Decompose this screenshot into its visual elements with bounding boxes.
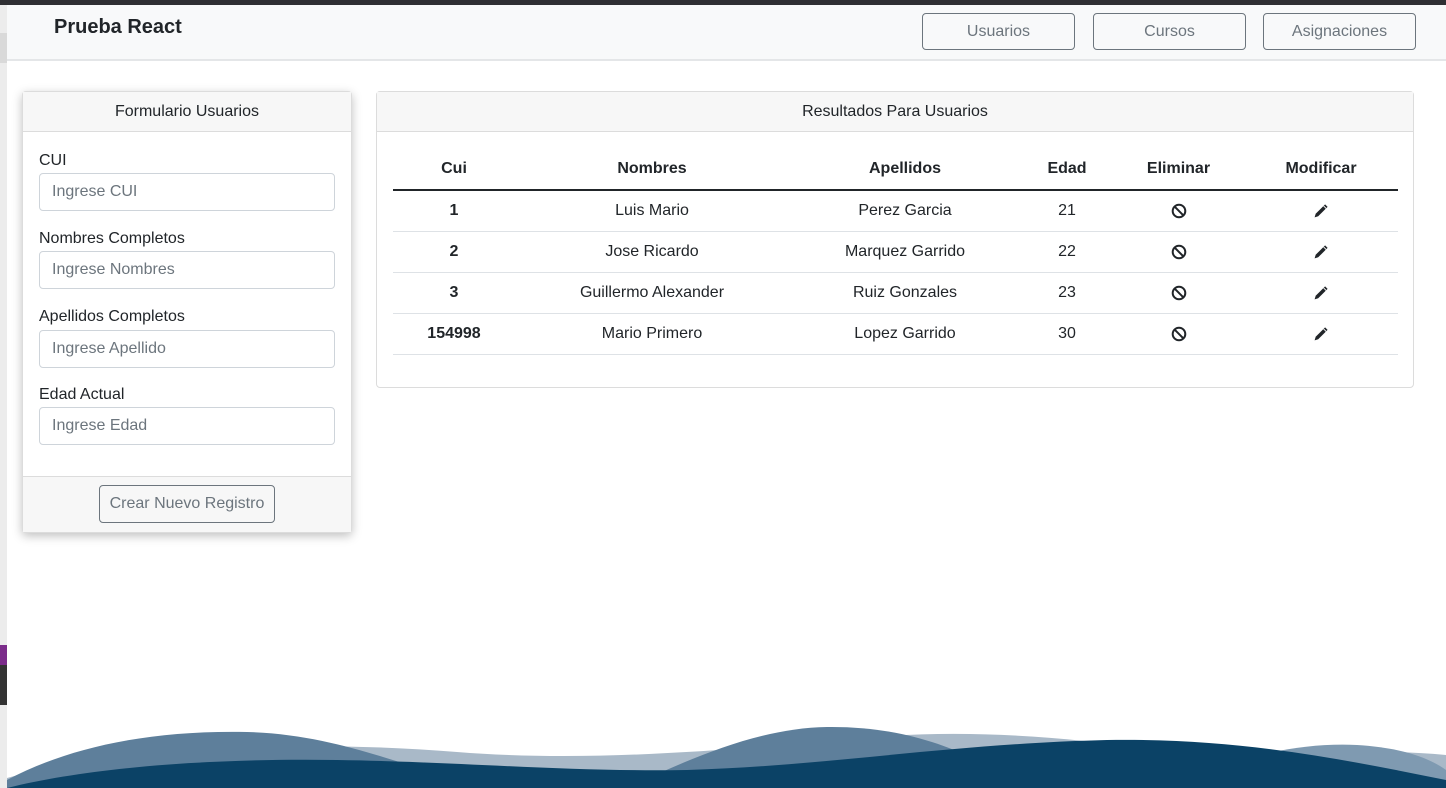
table-row: 154998 Mario Primero Lopez Garrido 30 (393, 313, 1398, 355)
nombres-input[interactable] (39, 251, 335, 289)
cell-apellidos: Ruiz Gonzales (789, 272, 1021, 314)
users-table: Cui Nombres Apellidos Edad Eliminar Modi… (393, 149, 1398, 355)
cell-modificar (1244, 313, 1398, 355)
cell-edad: 30 (1021, 313, 1113, 355)
results-card: Resultados Para Usuarios Cui Nombres Ape… (376, 91, 1414, 388)
left-edge-mark (0, 665, 7, 705)
navbar: Prueba React Usuarios Cursos Asignacione… (7, 5, 1446, 61)
cell-cui: 1 (393, 190, 515, 232)
results-card-title: Resultados Para Usuarios (377, 92, 1413, 132)
cell-modificar (1244, 231, 1398, 273)
create-record-button[interactable]: Crear Nuevo Registro (99, 485, 275, 523)
nav-button-cursos[interactable]: Cursos (1093, 13, 1246, 50)
cell-nombres: Mario Primero (515, 313, 789, 355)
cell-edad: 23 (1021, 272, 1113, 314)
cell-eliminar (1113, 313, 1244, 355)
cell-eliminar (1113, 190, 1244, 232)
cell-nombres: Jose Ricardo (515, 231, 789, 273)
ban-icon[interactable] (1171, 203, 1187, 219)
cell-edad: 22 (1021, 231, 1113, 273)
ban-icon[interactable] (1171, 244, 1187, 260)
form-card-title: Formulario Usuarios (23, 92, 351, 132)
column-header-eliminar: Eliminar (1113, 149, 1244, 191)
ban-icon[interactable] (1171, 326, 1187, 342)
cell-nombres: Guillermo Alexander (515, 272, 789, 314)
table-row: 1 Luis Mario Perez Garcia 21 (393, 190, 1398, 232)
cell-modificar (1244, 190, 1398, 232)
form-card-footer: Crear Nuevo Registro (23, 476, 351, 532)
cell-cui: 154998 (393, 313, 515, 355)
cell-apellidos: Marquez Garrido (789, 231, 1021, 273)
nav-button-usuarios[interactable]: Usuarios (922, 13, 1075, 50)
column-header-apellidos: Apellidos (789, 149, 1021, 191)
column-header-edad: Edad (1021, 149, 1113, 191)
cell-apellidos: Lopez Garrido (789, 313, 1021, 355)
pencil-icon[interactable] (1313, 244, 1329, 260)
cell-eliminar (1113, 231, 1244, 273)
brand-title[interactable]: Prueba React (54, 16, 182, 39)
nombres-label: Nombres Completos (39, 230, 185, 247)
cell-edad: 21 (1021, 190, 1113, 232)
nav-button-asignaciones[interactable]: Asignaciones (1263, 13, 1416, 50)
table-header-row: Cui Nombres Apellidos Edad Eliminar Modi… (393, 149, 1398, 191)
ban-icon[interactable] (1171, 285, 1187, 301)
column-header-cui: Cui (393, 149, 515, 191)
cell-nombres: Luis Mario (515, 190, 789, 232)
column-header-modificar: Modificar (1244, 149, 1398, 191)
cell-cui: 2 (393, 231, 515, 273)
window-left-edge (0, 5, 7, 788)
cell-eliminar (1113, 272, 1244, 314)
pencil-icon[interactable] (1313, 326, 1329, 342)
cell-apellidos: Perez Garcia (789, 190, 1021, 232)
left-edge-mark (0, 33, 7, 63)
pencil-icon[interactable] (1313, 285, 1329, 301)
apellidos-label: Apellidos Completos (39, 308, 185, 325)
apellidos-input[interactable] (39, 330, 335, 368)
cui-label: CUI (39, 152, 67, 169)
footer-waves (7, 726, 1446, 788)
user-form-card: Formulario Usuarios CUI Nombres Completo… (22, 91, 352, 533)
pencil-icon[interactable] (1313, 203, 1329, 219)
table-row: 3 Guillermo Alexander Ruiz Gonzales 23 (393, 272, 1398, 314)
edad-input[interactable] (39, 407, 335, 445)
cell-cui: 3 (393, 272, 515, 314)
edad-label: Edad Actual (39, 386, 125, 403)
cell-modificar (1244, 272, 1398, 314)
table-row: 2 Jose Ricardo Marquez Garrido 22 (393, 231, 1398, 273)
cui-input[interactable] (39, 173, 335, 211)
left-edge-mark (0, 645, 7, 665)
column-header-nombres: Nombres (515, 149, 789, 191)
